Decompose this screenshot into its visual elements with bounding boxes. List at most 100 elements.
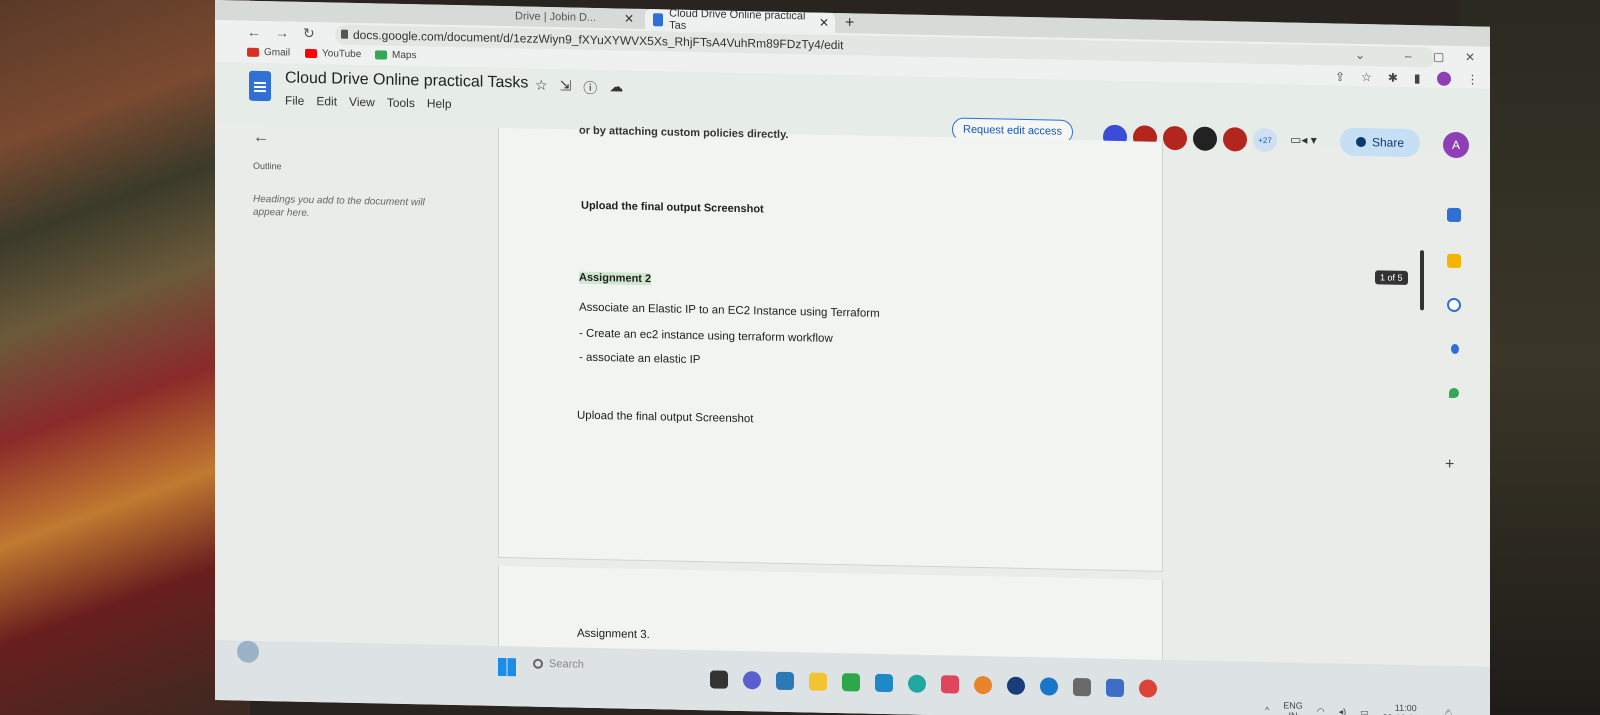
sidepanel-icon[interactable]: ▮	[1414, 71, 1421, 85]
new-tab-button[interactable]: +	[845, 14, 854, 32]
lock-icon	[341, 29, 348, 39]
system-tray: ^ ENG IN ◠ ◂) ▭ 11:00 09-12-2021 🔔︎	[1265, 700, 1454, 715]
task-view-icon[interactable]	[710, 670, 728, 689]
app-blue-icon[interactable]	[1040, 677, 1058, 696]
document-title[interactable]: Cloud Drive Online practical Tasks	[285, 69, 528, 92]
tab-label: Drive | Jobin D...	[515, 10, 597, 24]
app-grid-icon[interactable]	[1073, 677, 1091, 697]
chevron-down-icon[interactable]: ⌄	[1355, 48, 1365, 62]
tray-chevron-icon[interactable]: ^	[1265, 705, 1269, 715]
upload-instruction: Upload the final output Screenshot	[577, 409, 754, 426]
maps-icon	[375, 50, 387, 60]
reload-icon[interactable]: ↻	[303, 25, 315, 42]
assignment-2-task: Associate an Elastic IP to an EC2 Instan…	[579, 301, 880, 320]
bookmark-label: Maps	[392, 49, 417, 62]
menu-edit[interactable]: Edit	[316, 94, 337, 108]
outline-hint-text: Headings you add to the document will ap…	[253, 193, 425, 219]
step-line: - Create an ec2 instance using terraform…	[579, 327, 833, 345]
bookmark-gmail[interactable]: Gmail	[247, 47, 290, 59]
page-indicator: 1 of 5	[1375, 270, 1408, 285]
assignment-2-heading: Assignment 2	[579, 271, 652, 286]
forward-arrow-icon[interactable]: →	[275, 24, 289, 40]
wifi-icon[interactable]: ◠	[1317, 706, 1325, 715]
bookmark-maps[interactable]: Maps	[375, 49, 416, 61]
bookmark-youtube[interactable]: YouTube	[305, 48, 361, 60]
outline-heading: Outline	[253, 160, 282, 172]
app-circle-icon[interactable]	[1007, 676, 1025, 695]
document-page[interactable]: or by attaching custom policies directly…	[498, 125, 1163, 572]
gmail-icon	[247, 47, 259, 57]
notification-icon[interactable]: 🔔︎	[1443, 708, 1454, 715]
search-placeholder: Search	[549, 657, 584, 671]
close-icon[interactable]: ✕	[819, 16, 829, 30]
file-explorer-icon[interactable]	[809, 672, 827, 691]
docs-logo-icon[interactable]	[249, 70, 271, 102]
app-network-icon[interactable]	[1106, 678, 1124, 698]
lang-top: ENG	[1283, 700, 1303, 711]
cloud-status-icon[interactable]: ☁	[609, 78, 623, 98]
tab-drive[interactable]: Drive | Jobin D... ✕	[515, 6, 640, 29]
viewer-avatar[interactable]	[1163, 125, 1187, 151]
tasks-icon[interactable]	[1447, 297, 1461, 313]
account-avatar[interactable]: A	[1443, 131, 1469, 159]
search-icon	[533, 658, 543, 669]
windows-start-icon[interactable]	[498, 657, 516, 677]
taskbar-search[interactable]: Search	[533, 658, 584, 671]
weather-widget-icon[interactable]	[237, 640, 259, 663]
chrome-icon[interactable]	[1139, 679, 1157, 698]
bookmark-label: YouTube	[322, 48, 362, 61]
share-button[interactable]: Share	[1340, 127, 1421, 158]
chat-icon[interactable]	[743, 671, 761, 690]
widgets-icon[interactable]	[776, 671, 794, 691]
bookmark-star-icon[interactable]: ☆	[1361, 70, 1372, 84]
contacts-icon[interactable]	[1451, 343, 1459, 355]
menu-help[interactable]: Help	[427, 96, 452, 111]
title-icons: ☆ ⇲ ⓘ ☁	[535, 77, 623, 99]
more-viewers-badge[interactable]: +27	[1253, 127, 1277, 153]
viewer-avatar[interactable]	[1193, 126, 1217, 151]
language-indicator[interactable]: ENG IN	[1283, 700, 1303, 715]
maps-icon[interactable]	[1449, 387, 1459, 399]
outline-back-arrow-icon[interactable]: ←	[253, 129, 269, 147]
more-menu-icon[interactable]: ⋮	[1467, 72, 1479, 86]
close-icon[interactable]: ✕	[624, 12, 634, 26]
viewer-avatar[interactable]	[1223, 127, 1247, 152]
menu-tools[interactable]: Tools	[387, 96, 415, 111]
volume-icon[interactable]: ◂)	[1339, 706, 1347, 715]
keep-icon[interactable]	[1447, 253, 1461, 269]
youtube-icon	[305, 48, 317, 59]
window-close-icon[interactable]: ✕	[1465, 50, 1475, 64]
app-s-icon[interactable]	[908, 674, 926, 693]
maximize-icon[interactable]: ▢	[1433, 50, 1444, 64]
lang-bottom: IN	[1283, 710, 1303, 715]
profile-icon[interactable]	[1436, 71, 1451, 86]
clock[interactable]: 11:00 09-12-2021	[1383, 702, 1429, 715]
star-icon[interactable]: ☆	[535, 77, 548, 97]
extensions-icon[interactable]: ✱	[1388, 71, 1398, 85]
scrollbar-thumb[interactable]	[1420, 250, 1424, 311]
app-l-icon[interactable]	[842, 673, 860, 692]
meet-camera-icon[interactable]: ▭◂ ▾	[1290, 133, 1317, 148]
minimize-icon[interactable]: –	[1405, 49, 1412, 63]
calendar-icon[interactable]	[1447, 207, 1461, 223]
taskbar-apps	[710, 670, 1157, 698]
assignment-3-heading: Assignment 3.	[577, 627, 650, 642]
background-photo-left	[0, 0, 250, 715]
move-icon[interactable]: ⇲	[560, 77, 572, 97]
back-arrow-icon[interactable]: ←	[247, 24, 261, 40]
laptop-screen: Drive | Jobin D... ✕ Cloud Drive Online …	[215, 0, 1490, 715]
add-addon-icon[interactable]: +	[1445, 456, 1454, 474]
mcafee-icon[interactable]	[941, 675, 959, 694]
docs-icon	[653, 12, 664, 26]
store-icon[interactable]	[875, 673, 893, 693]
share-page-icon[interactable]: ⇪	[1335, 69, 1345, 83]
menu-view[interactable]: View	[349, 95, 375, 110]
step-line: - associate an elastic IP	[579, 351, 701, 367]
battery-icon[interactable]: ▭	[1360, 706, 1369, 715]
bookmark-label: Gmail	[264, 47, 291, 59]
firefox-icon[interactable]	[974, 675, 992, 695]
info-icon[interactable]: ⓘ	[583, 78, 597, 98]
menu-file[interactable]: File	[285, 93, 304, 107]
share-label: Share	[1372, 135, 1405, 150]
menu-bar: File Edit View Tools Help	[285, 93, 452, 110]
